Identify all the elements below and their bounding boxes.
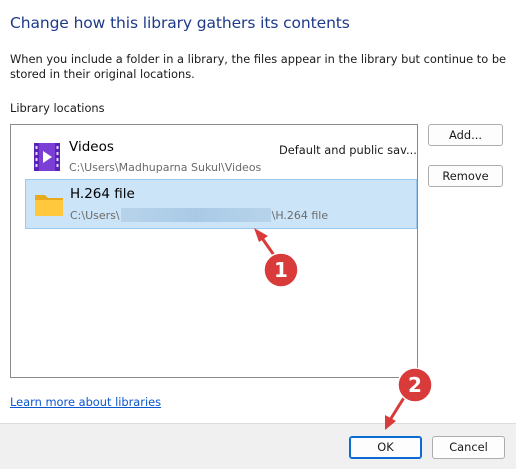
videos-library-icon (31, 141, 65, 173)
library-locations-label: Library locations (10, 101, 105, 115)
path-prefix: C:\Users\ (70, 209, 120, 222)
dialog-footer: OK Cancel (0, 423, 516, 469)
dialog-description: When you include a folder in a library, … (10, 52, 507, 81)
dialog-title: Change how this library gathers its cont… (10, 14, 350, 32)
cancel-button[interactable]: Cancel (432, 436, 505, 459)
redacted-path-segment (120, 208, 271, 222)
library-locations-dialog: Change how this library gathers its cont… (0, 0, 516, 469)
location-path: C:\Users\ \H.264 file (70, 208, 328, 222)
add-button[interactable]: Add... (428, 124, 503, 146)
path-suffix: \H.264 file (271, 209, 329, 222)
remove-button[interactable]: Remove (428, 165, 503, 187)
library-locations-list[interactable]: Videos C:\Users\Madhuparna Sukul\Videos … (10, 124, 418, 378)
ok-button[interactable]: OK (349, 436, 422, 459)
folder-icon (32, 188, 66, 220)
list-item-videos[interactable]: Videos C:\Users\Madhuparna Sukul\Videos … (25, 133, 417, 183)
list-item-h264-file[interactable]: H.264 file C:\Users\ \H.264 file (25, 179, 417, 229)
learn-more-link[interactable]: Learn more about libraries (10, 395, 161, 409)
location-path: C:\Users\Madhuparna Sukul\Videos (69, 161, 262, 174)
location-name: H.264 file (70, 186, 135, 202)
location-default-note: Default and public sav... (279, 143, 417, 157)
location-name: Videos (69, 139, 114, 155)
